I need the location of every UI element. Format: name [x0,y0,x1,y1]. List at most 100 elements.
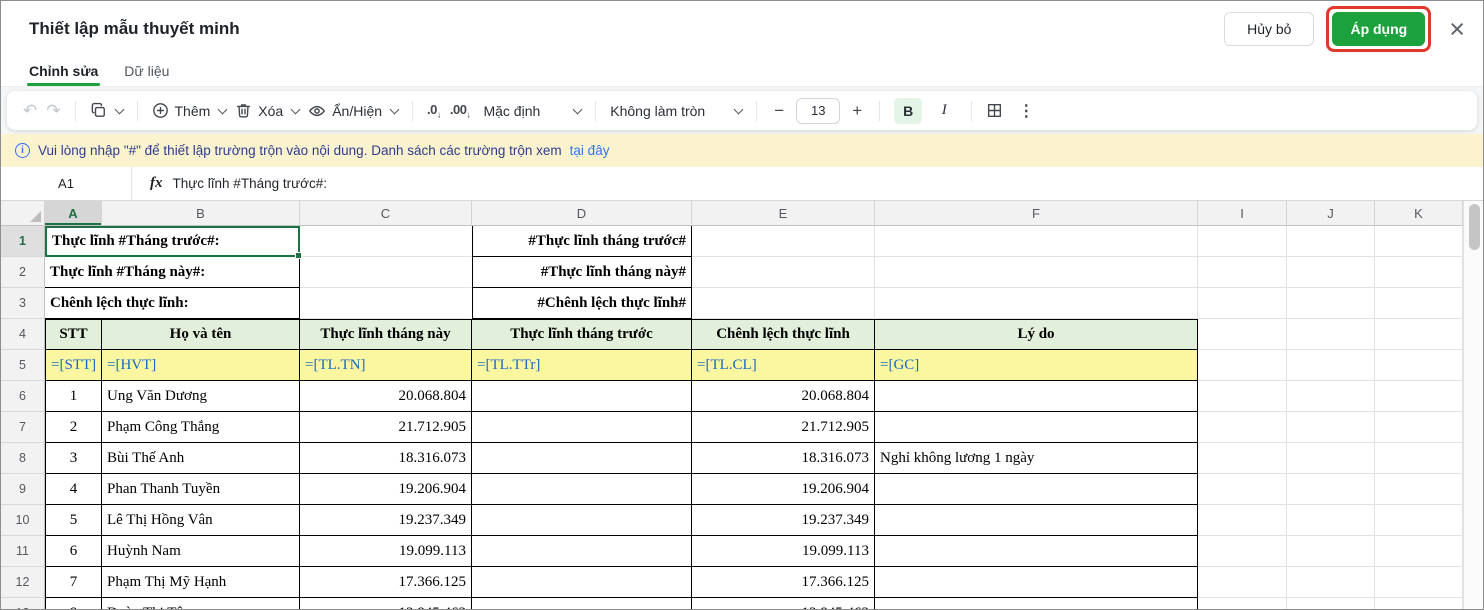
cell-k[interactable] [1375,598,1463,609]
cell-i[interactable] [1198,381,1287,412]
cell-tl-tn[interactable]: 19.099.113 [300,536,472,567]
column-header-a[interactable]: A [45,201,102,226]
row-header-7[interactable]: 7 [1,412,45,443]
row-header-13[interactable]: 13 [1,598,45,609]
cell-name[interactable]: Phan Thanh Tuyền [102,474,300,505]
close-icon[interactable]: × [1449,16,1465,43]
cell-e2[interactable] [692,257,875,288]
cell-stt[interactable]: 5 [45,505,102,536]
cell-i5[interactable] [1198,350,1287,381]
cell-stt[interactable]: 7 [45,567,102,598]
more-button[interactable]: ⋮ [1018,101,1034,121]
cell-f1[interactable] [875,226,1198,257]
cell-j3[interactable] [1287,288,1375,319]
cell-tl-tn[interactable]: 21.712.905 [300,412,472,443]
cell-tl-tn[interactable]: 20.068.804 [300,381,472,412]
cell-reason[interactable]: Nghỉ không lương 1 ngày [875,443,1198,474]
cell-i[interactable] [1198,536,1287,567]
cell-reason[interactable] [875,381,1198,412]
row-header-8[interactable]: 8 [1,443,45,474]
cell-tl-tn[interactable]: 19.206.904 [300,474,472,505]
cell-i[interactable] [1198,598,1287,609]
cell-k[interactable] [1375,536,1463,567]
column-header-c[interactable]: C [300,201,472,226]
cell-stt[interactable]: 6 [45,536,102,567]
cell-i[interactable] [1198,412,1287,443]
header-cell-stt[interactable]: STT [45,319,102,350]
cell-reason[interactable] [875,412,1198,443]
cell-k[interactable] [1375,412,1463,443]
cell-tl-tn[interactable]: 12.845.463 [300,598,472,609]
cell-j[interactable] [1287,505,1375,536]
merge-cell-tlcl[interactable]: =[TL.CL] [692,350,875,381]
cell-f3[interactable] [875,288,1198,319]
italic-button[interactable]: I [931,98,957,124]
cell-k[interactable] [1375,443,1463,474]
row-header-9[interactable]: 9 [1,474,45,505]
delete-button[interactable]: Xóa [235,102,299,119]
cell-tl-ttr[interactable] [472,598,692,609]
cell-e1[interactable] [692,226,875,257]
cell-i[interactable] [1198,567,1287,598]
cell-k3[interactable] [1375,288,1463,319]
row-header-12[interactable]: 12 [1,567,45,598]
merge-cell-tlttr[interactable]: =[TL.TTr] [472,350,692,381]
cancel-button[interactable]: Hủy bỏ [1224,12,1314,46]
cell-tl-ttr[interactable] [472,443,692,474]
apply-button[interactable]: Áp dụng [1332,12,1425,46]
cell-a3[interactable]: Chênh lệch thực lĩnh: [45,288,300,319]
undo-icon[interactable]: ↶ [23,102,37,119]
cell-j[interactable] [1287,567,1375,598]
cell-j[interactable] [1287,381,1375,412]
cell-name[interactable]: Lê Thị Hồng Vân [102,505,300,536]
cell-a2[interactable]: Thực lĩnh #Tháng này#: [45,257,300,288]
fill-handle[interactable] [295,252,302,259]
cell-tl-ttr[interactable] [472,567,692,598]
cell-stt[interactable]: 1 [45,381,102,412]
row-header-6[interactable]: 6 [1,381,45,412]
cell-i[interactable] [1198,474,1287,505]
column-header-j[interactable]: J [1287,201,1375,226]
cell-name[interactable]: Đoàn Thị Tâm [102,598,300,609]
header-cell-tl-thang-nay[interactable]: Thực lĩnh tháng này [300,319,472,350]
cell-j[interactable] [1287,412,1375,443]
cell-j[interactable] [1287,443,1375,474]
increase-font-button[interactable]: + [849,101,865,121]
borders-button[interactable] [986,102,1003,119]
cell-d2[interactable]: #Thực lĩnh tháng này# [472,257,692,288]
merge-cell-stt[interactable]: =[STT] [45,350,102,381]
copy-format-button[interactable] [90,102,123,119]
cell-tl-cl[interactable]: 19.099.113 [692,536,875,567]
rounding-dropdown[interactable]: Không làm tròn [610,103,742,119]
cell-j[interactable] [1287,474,1375,505]
decrease-decimal-button[interactable]: .0↓ [427,102,441,120]
cell-tl-cl[interactable]: 18.316.073 [692,443,875,474]
cell-tl-cl[interactable]: 12.845.463 [692,598,875,609]
cell-tl-cl[interactable]: 17.366.125 [692,567,875,598]
cell-i[interactable] [1198,505,1287,536]
cell-e3[interactable] [692,288,875,319]
cell-j1[interactable] [1287,226,1375,257]
cell-k[interactable] [1375,567,1463,598]
cell-c1[interactable] [300,226,472,257]
row-header-10[interactable]: 10 [1,505,45,536]
cell-d3[interactable]: #Chênh lệch thực lĩnh# [472,288,692,319]
cell-c2[interactable] [300,257,472,288]
cell-reason[interactable] [875,474,1198,505]
cell-name[interactable]: Ung Văn Dương [102,381,300,412]
cell-reference-box[interactable]: A1 [1,176,131,191]
scrollbar-thumb[interactable] [1469,204,1480,250]
hide-show-button[interactable]: Ẩn/Hiện [308,102,398,120]
column-header-d[interactable]: D [472,201,692,226]
select-all-corner[interactable] [1,201,45,226]
cell-name[interactable]: Phạm Thị Mỹ Hạnh [102,567,300,598]
cell-k[interactable] [1375,381,1463,412]
cell-j2[interactable] [1287,257,1375,288]
cell-d1[interactable]: #Thực lĩnh tháng trước# [472,226,692,257]
cell-stt[interactable]: 2 [45,412,102,443]
tab-data[interactable]: Dữ liệu [124,55,169,86]
merge-cell-hvt[interactable]: =[HVT] [102,350,300,381]
cell-tl-ttr[interactable] [472,536,692,567]
cell-k[interactable] [1375,474,1463,505]
cell-tl-ttr[interactable] [472,474,692,505]
